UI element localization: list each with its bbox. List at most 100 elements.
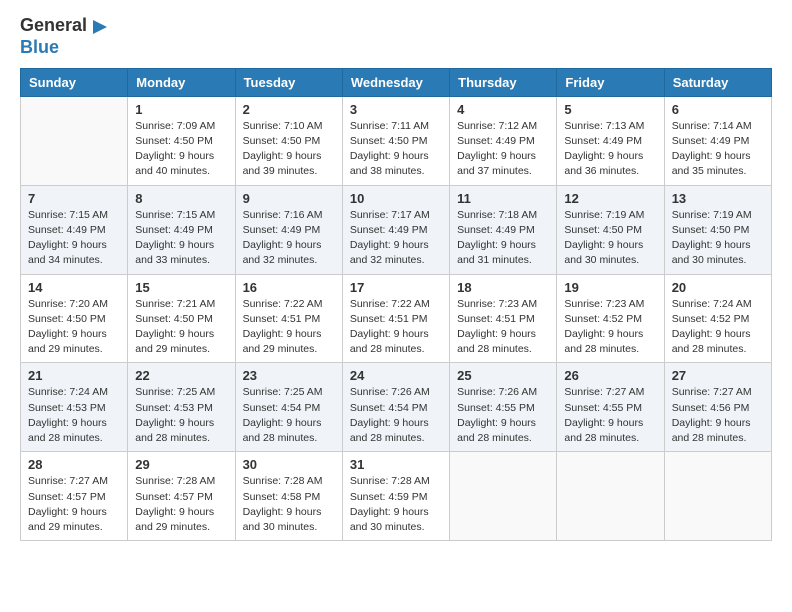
- calendar-table: SundayMondayTuesdayWednesdayThursdayFrid…: [20, 68, 772, 541]
- day-info: Sunrise: 7:12 AMSunset: 4:49 PMDaylight:…: [457, 119, 549, 180]
- logo-general: General: [20, 15, 87, 35]
- day-info: Sunrise: 7:13 AMSunset: 4:49 PMDaylight:…: [564, 119, 656, 180]
- calendar-day-cell: 3 Sunrise: 7:11 AMSunset: 4:50 PMDaylight…: [342, 96, 449, 185]
- calendar-day-header: Saturday: [664, 68, 771, 96]
- day-number: 5: [564, 102, 656, 117]
- day-info: Sunrise: 7:26 AMSunset: 4:54 PMDaylight:…: [350, 385, 442, 446]
- calendar-day-cell: 21 Sunrise: 7:24 AMSunset: 4:53 PMDayligh…: [21, 363, 128, 452]
- calendar-day-header: Friday: [557, 68, 664, 96]
- calendar-day-cell: 6 Sunrise: 7:14 AMSunset: 4:49 PMDaylight…: [664, 96, 771, 185]
- day-info: Sunrise: 7:09 AMSunset: 4:50 PMDaylight:…: [135, 119, 227, 180]
- calendar-day-cell: 27Sunrise: 7:27 AMSunset: 4:56 PMDayligh…: [664, 363, 771, 452]
- day-info: Sunrise: 7:15 AMSunset: 4:49 PMDaylight:…: [28, 208, 120, 269]
- day-number: 19: [564, 280, 656, 295]
- day-info: Sunrise: 7:24 AMSunset: 4:52 PMDaylight:…: [672, 297, 764, 358]
- calendar-day-cell: 17Sunrise: 7:22 AMSunset: 4:51 PMDayligh…: [342, 274, 449, 363]
- day-number: 6: [672, 102, 764, 117]
- day-number: 31: [350, 457, 442, 472]
- day-info: Sunrise: 7:19 AMSunset: 4:50 PMDaylight:…: [672, 208, 764, 269]
- day-number: 22: [135, 368, 227, 383]
- calendar-day-header: Wednesday: [342, 68, 449, 96]
- calendar-day-cell: 10 Sunrise: 7:17 AMSunset: 4:49 PMDayligh…: [342, 185, 449, 274]
- calendar-day-cell: 4 Sunrise: 7:12 AMSunset: 4:49 PMDaylight…: [450, 96, 557, 185]
- logo-triangle-icon: [89, 16, 111, 38]
- day-info: Sunrise: 7:25 AMSunset: 4:54 PMDaylight:…: [243, 385, 335, 446]
- calendar-day-cell: 30 Sunrise: 7:28 AMSunset: 4:58 PMDayligh…: [235, 452, 342, 541]
- calendar-day-cell: 26Sunrise: 7:27 AMSunset: 4:55 PMDayligh…: [557, 363, 664, 452]
- day-number: 4: [457, 102, 549, 117]
- calendar-day-cell: 23 Sunrise: 7:25 AMSunset: 4:54 PMDayligh…: [235, 363, 342, 452]
- calendar-day-cell: 15 Sunrise: 7:21 AMSunset: 4:50 PMDayligh…: [128, 274, 235, 363]
- day-number: 1: [135, 102, 227, 117]
- day-info: Sunrise: 7:10 AMSunset: 4:50 PMDaylight:…: [243, 119, 335, 180]
- calendar-day-cell: 18 Sunrise: 7:23 AMSunset: 4:51 PMDayligh…: [450, 274, 557, 363]
- calendar-day-cell: 2 Sunrise: 7:10 AMSunset: 4:50 PMDaylight…: [235, 96, 342, 185]
- calendar-day-cell: 14Sunrise: 7:20 AMSunset: 4:50 PMDayligh…: [21, 274, 128, 363]
- page-container: General Blue SundayMondayTuesdayWednesda…: [0, 0, 792, 551]
- calendar-day-cell: 7 Sunrise: 7:15 AMSunset: 4:49 PMDaylight…: [21, 185, 128, 274]
- day-info: Sunrise: 7:26 AMSunset: 4:55 PMDaylight:…: [457, 385, 549, 446]
- calendar-day-cell: 25 Sunrise: 7:26 AMSunset: 4:55 PMDayligh…: [450, 363, 557, 452]
- day-info: Sunrise: 7:28 AMSunset: 4:58 PMDaylight:…: [243, 474, 335, 535]
- calendar-day-cell: 29Sunrise: 7:28 AMSunset: 4:57 PMDayligh…: [128, 452, 235, 541]
- day-number: 18: [457, 280, 549, 295]
- calendar-day-cell: 9 Sunrise: 7:16 AMSunset: 4:49 PMDaylight…: [235, 185, 342, 274]
- calendar-day-header: Tuesday: [235, 68, 342, 96]
- day-number: 9: [243, 191, 335, 206]
- day-number: 3: [350, 102, 442, 117]
- day-info: Sunrise: 7:22 AMSunset: 4:51 PMDaylight:…: [350, 297, 442, 358]
- day-number: 21: [28, 368, 120, 383]
- day-info: Sunrise: 7:11 AMSunset: 4:50 PMDaylight:…: [350, 119, 442, 180]
- day-number: 23: [243, 368, 335, 383]
- day-number: 11: [457, 191, 549, 206]
- day-info: Sunrise: 7:23 AMSunset: 4:51 PMDaylight:…: [457, 297, 549, 358]
- calendar-day-cell: 16 Sunrise: 7:22 AMSunset: 4:51 PMDayligh…: [235, 274, 342, 363]
- calendar-day-cell: 20 Sunrise: 7:24 AMSunset: 4:52 PMDayligh…: [664, 274, 771, 363]
- day-number: 25: [457, 368, 549, 383]
- calendar-day-cell: 12Sunrise: 7:19 AMSunset: 4:50 PMDayligh…: [557, 185, 664, 274]
- calendar-day-cell: 13 Sunrise: 7:19 AMSunset: 4:50 PMDayligh…: [664, 185, 771, 274]
- day-info: Sunrise: 7:21 AMSunset: 4:50 PMDaylight:…: [135, 297, 227, 358]
- calendar-day-cell: [21, 96, 128, 185]
- day-info: Sunrise: 7:18 AMSunset: 4:49 PMDaylight:…: [457, 208, 549, 269]
- day-number: 13: [672, 191, 764, 206]
- calendar-day-header: Monday: [128, 68, 235, 96]
- calendar-day-cell: 19 Sunrise: 7:23 AMSunset: 4:52 PMDayligh…: [557, 274, 664, 363]
- calendar-week-row: 1 Sunrise: 7:09 AMSunset: 4:50 PMDaylight…: [21, 96, 772, 185]
- day-number: 7: [28, 191, 120, 206]
- calendar-day-cell: 31Sunrise: 7:28 AMSunset: 4:59 PMDayligh…: [342, 452, 449, 541]
- day-info: Sunrise: 7:20 AMSunset: 4:50 PMDaylight:…: [28, 297, 120, 358]
- day-info: Sunrise: 7:25 AMSunset: 4:53 PMDaylight:…: [135, 385, 227, 446]
- calendar-day-cell: 28 Sunrise: 7:27 AMSunset: 4:57 PMDayligh…: [21, 452, 128, 541]
- calendar-day-cell: 5 Sunrise: 7:13 AMSunset: 4:49 PMDaylight…: [557, 96, 664, 185]
- calendar-day-cell: 22 Sunrise: 7:25 AMSunset: 4:53 PMDayligh…: [128, 363, 235, 452]
- day-number: 24: [350, 368, 442, 383]
- day-info: Sunrise: 7:27 AMSunset: 4:56 PMDaylight:…: [672, 385, 764, 446]
- day-number: 28: [28, 457, 120, 472]
- day-number: 30: [243, 457, 335, 472]
- day-number: 16: [243, 280, 335, 295]
- day-number: 15: [135, 280, 227, 295]
- day-info: Sunrise: 7:19 AMSunset: 4:50 PMDaylight:…: [564, 208, 656, 269]
- day-info: Sunrise: 7:24 AMSunset: 4:53 PMDaylight:…: [28, 385, 120, 446]
- logo-blue: Blue: [20, 37, 59, 57]
- day-info: Sunrise: 7:22 AMSunset: 4:51 PMDaylight:…: [243, 297, 335, 358]
- day-info: Sunrise: 7:15 AMSunset: 4:49 PMDaylight:…: [135, 208, 227, 269]
- calendar-day-header: Sunday: [21, 68, 128, 96]
- day-info: Sunrise: 7:23 AMSunset: 4:52 PMDaylight:…: [564, 297, 656, 358]
- day-number: 20: [672, 280, 764, 295]
- day-info: Sunrise: 7:16 AMSunset: 4:49 PMDaylight:…: [243, 208, 335, 269]
- calendar-day-header: Thursday: [450, 68, 557, 96]
- calendar-week-row: 28 Sunrise: 7:27 AMSunset: 4:57 PMDayligh…: [21, 452, 772, 541]
- day-info: Sunrise: 7:17 AMSunset: 4:49 PMDaylight:…: [350, 208, 442, 269]
- calendar-header-row: SundayMondayTuesdayWednesdayThursdayFrid…: [21, 68, 772, 96]
- calendar-day-cell: [450, 452, 557, 541]
- day-info: Sunrise: 7:27 AMSunset: 4:57 PMDaylight:…: [28, 474, 120, 535]
- calendar-day-cell: [557, 452, 664, 541]
- day-number: 2: [243, 102, 335, 117]
- day-info: Sunrise: 7:14 AMSunset: 4:49 PMDaylight:…: [672, 119, 764, 180]
- calendar-day-cell: 1 Sunrise: 7:09 AMSunset: 4:50 PMDaylight…: [128, 96, 235, 185]
- day-number: 10: [350, 191, 442, 206]
- day-info: Sunrise: 7:28 AMSunset: 4:57 PMDaylight:…: [135, 474, 227, 535]
- calendar-week-row: 14Sunrise: 7:20 AMSunset: 4:50 PMDayligh…: [21, 274, 772, 363]
